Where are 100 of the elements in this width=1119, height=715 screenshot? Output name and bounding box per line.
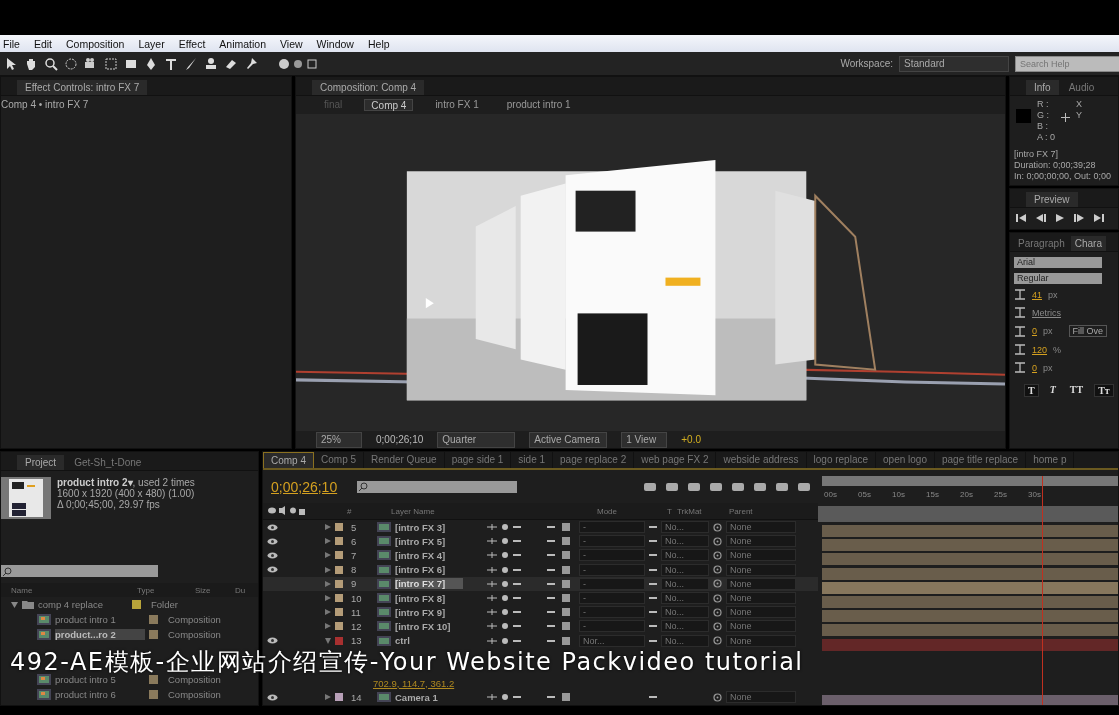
blend-mode-dropdown[interactable]: - xyxy=(579,592,645,605)
layer-name[interactable]: [intro FX 5] xyxy=(395,535,463,547)
collapsed-triangle-icon[interactable] xyxy=(325,538,331,545)
blend-mode-dropdown[interactable]: - xyxy=(579,620,645,633)
breadcrumb[interactable]: intro FX 1 xyxy=(429,99,485,111)
column-header[interactable]: T xyxy=(667,506,677,516)
column-header[interactable]: Size xyxy=(195,585,235,595)
timeline-tab[interactable]: side 1 xyxy=(511,452,554,468)
parent-dropdown[interactable]: None xyxy=(726,592,796,605)
parent-dropdown[interactable]: None xyxy=(726,634,796,647)
column-header[interactable]: Du xyxy=(235,585,246,595)
menu-item[interactable]: File xyxy=(0,37,27,50)
parent-dropdown[interactable]: None xyxy=(726,521,796,534)
blend-mode-dropdown[interactable]: - xyxy=(579,521,645,534)
label-swatch[interactable] xyxy=(335,594,343,603)
blend-mode-dropdown[interactable]: - xyxy=(579,535,645,548)
timeline-tab[interactable]: web page FX 2 xyxy=(634,452,717,468)
last-frame-icon[interactable] xyxy=(1094,214,1104,222)
zoom-dropdown[interactable]: 25% xyxy=(316,431,362,448)
track-matte-dropdown[interactable]: No... xyxy=(661,577,709,590)
value-field[interactable]: 120 xyxy=(1032,344,1048,355)
parent-dropdown[interactable]: None xyxy=(726,620,796,633)
parent-dropdown[interactable]: None xyxy=(726,606,796,619)
track-matte-dropdown[interactable]: No... xyxy=(661,634,709,647)
layer-row[interactable]: 13 ctrl Nor... No... None xyxy=(263,633,818,648)
value-field[interactable]: 41 xyxy=(1032,289,1042,300)
blend-mode-dropdown[interactable]: - xyxy=(579,563,645,576)
collapsed-triangle-icon[interactable] xyxy=(325,623,331,630)
project-item-name[interactable]: product intro 1 xyxy=(55,614,145,625)
label-swatch[interactable] xyxy=(335,565,343,574)
project-item-name[interactable]: comp 4 replace xyxy=(38,599,128,610)
project-search-field[interactable] xyxy=(1,565,158,577)
layer-row[interactable]: 6 [intro FX 5] - No... None xyxy=(263,534,818,549)
layer-row[interactable]: 8 [intro FX 6] - No... None xyxy=(263,562,818,577)
menu-item[interactable]: Animation xyxy=(212,37,273,50)
label-swatch[interactable] xyxy=(149,615,158,624)
layout-dropdown[interactable]: 1 View xyxy=(621,431,668,448)
value-field[interactable]: 0 xyxy=(1032,362,1037,373)
track-matte-dropdown[interactable]: No... xyxy=(661,606,709,619)
track-matte-dropdown[interactable]: No... xyxy=(661,592,709,605)
panel-tab[interactable]: Preview xyxy=(1026,192,1078,207)
project-item-name[interactable]: product...ro 2 xyxy=(55,629,145,640)
timeline-tab[interactable]: page title replace xyxy=(934,452,1027,468)
column-header[interactable]: Mode xyxy=(597,506,667,516)
breadcrumb[interactable]: Comp 4 xyxy=(364,99,414,111)
play-icon[interactable] xyxy=(1056,214,1064,222)
property-value[interactable]: 702.9, 114.7, 361.2 xyxy=(373,677,455,689)
collapsed-triangle-icon[interactable] xyxy=(325,566,331,573)
text-tool-icon[interactable] xyxy=(164,56,178,71)
blend-mode-dropdown[interactable]: - xyxy=(579,577,645,590)
panel-tab[interactable]: Chara xyxy=(1070,236,1106,251)
layer-name[interactable]: [intro FX 8] xyxy=(395,592,463,604)
blend-mode-dropdown[interactable]: - xyxy=(579,606,645,619)
label-swatch[interactable] xyxy=(335,693,343,702)
layer-duration-bar[interactable] xyxy=(822,596,1118,609)
select-tool-icon[interactable] xyxy=(4,56,18,71)
layer-duration-bar[interactable] xyxy=(822,525,1118,538)
font-style-dropdown[interactable]: Regular xyxy=(1014,273,1102,284)
menu-item[interactable]: Composition xyxy=(59,37,132,50)
next-frame-icon[interactable] xyxy=(1074,214,1084,222)
text-style-button[interactable]: T xyxy=(1046,384,1059,397)
timeline-tab[interactable]: Comp 5 xyxy=(314,452,365,468)
collapsed-triangle-icon[interactable] xyxy=(325,609,331,616)
menu-item[interactable]: Window xyxy=(309,37,361,50)
blend-mode-dropdown[interactable]: - xyxy=(579,549,645,562)
stamp-tool-icon[interactable] xyxy=(204,56,218,71)
parent-dropdown[interactable]: None xyxy=(726,563,796,576)
rotate-tool-icon[interactable] xyxy=(64,56,78,71)
expanded-triangle-icon[interactable] xyxy=(325,637,331,644)
layer-row[interactable]: 5 [intro FX 3] - No... None xyxy=(263,520,818,535)
eye-icon[interactable] xyxy=(267,566,278,574)
label-swatch[interactable] xyxy=(132,600,141,609)
label-swatch[interactable] xyxy=(335,636,343,645)
panel-tab[interactable]: Effect Controls: intro FX 7 xyxy=(17,80,148,95)
track-matte-dropdown[interactable]: No... xyxy=(661,563,709,576)
collapsed-triangle-icon[interactable] xyxy=(325,694,331,701)
timeline-tab[interactable]: Comp 4 xyxy=(263,452,314,468)
blend-mode-dropdown[interactable]: Nor... xyxy=(579,634,645,647)
fill-mode-dropdown[interactable]: Fill Ove xyxy=(1068,325,1108,337)
track-matte-dropdown[interactable]: No... xyxy=(661,521,709,534)
eye-icon[interactable] xyxy=(267,693,278,701)
collapsed-triangle-icon[interactable] xyxy=(325,524,331,531)
previous-frame-icon[interactable] xyxy=(1036,214,1046,222)
timeline-tab[interactable]: page replace 2 xyxy=(553,452,635,468)
column-header[interactable]: TrkMat xyxy=(677,506,729,516)
label-swatch[interactable] xyxy=(335,523,343,532)
timeline-tab[interactable]: logo replace xyxy=(806,452,876,468)
eye-icon[interactable] xyxy=(267,523,278,531)
label-swatch[interactable] xyxy=(149,690,158,699)
text-style-button[interactable]: TT xyxy=(1066,384,1087,397)
label-swatch[interactable] xyxy=(149,675,158,684)
label-swatch[interactable] xyxy=(149,630,158,639)
layer-name[interactable]: [intro FX 6] xyxy=(395,564,463,576)
timecode[interactable]: 0;00;26;10 xyxy=(271,478,351,495)
menu-item[interactable]: Help xyxy=(360,37,397,50)
expanded-triangle-icon[interactable] xyxy=(11,601,18,608)
layer-name[interactable]: ctrl xyxy=(395,635,463,647)
breadcrumb[interactable]: product intro 1 xyxy=(500,99,577,111)
timeline-tab[interactable]: Render Queue xyxy=(364,452,445,468)
workspace-dropdown[interactable]: Standard xyxy=(899,55,1009,72)
